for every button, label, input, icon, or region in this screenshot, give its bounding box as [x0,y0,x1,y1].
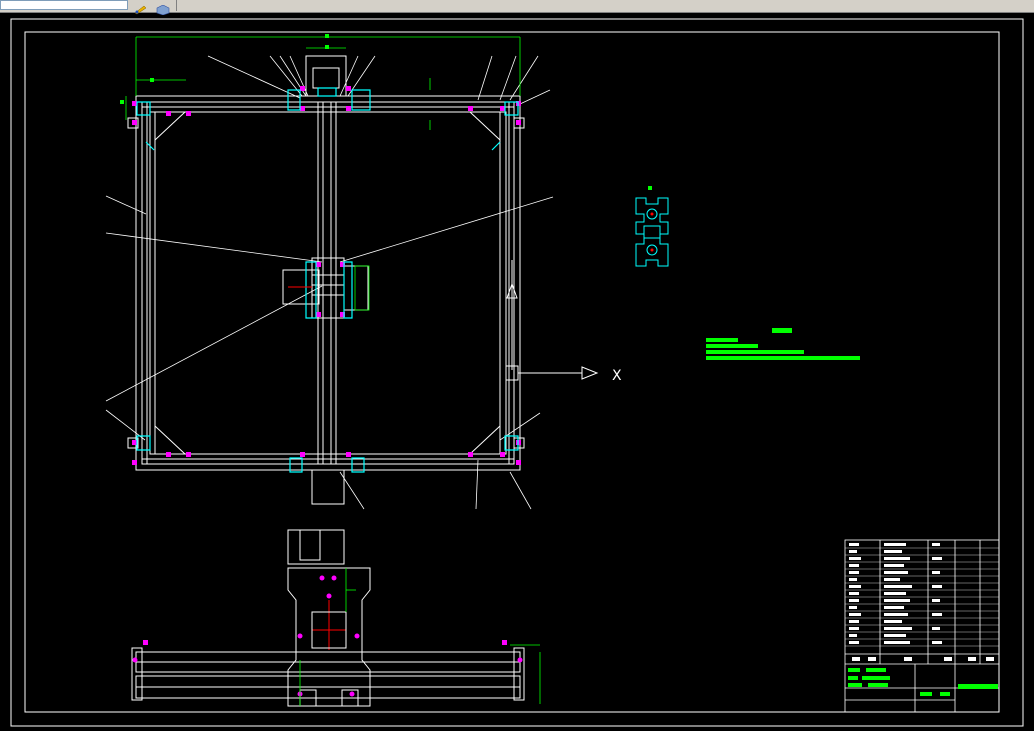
drawing-frame [24,31,1000,713]
front-motor-coupling [299,529,321,561]
cube-tool-button[interactable] [154,0,172,16]
x-axis-arrow [581,366,599,380]
brace-bottom-left [154,425,186,455]
bolt-markers [132,86,521,645]
brace-bottom-right [469,425,501,455]
bracket-parts [136,87,519,473]
carriage-side-plate [343,265,369,311]
technical-requirements-text [706,328,860,360]
leader-lines [105,55,554,510]
address-input[interactable] [0,0,128,10]
dimension-lines [125,36,541,704]
frame-outer-rail [135,95,521,471]
front-view-dimensions [299,568,356,706]
title-block-rows [845,547,999,647]
x-axis-label: X [612,368,622,384]
outer-sheet-border [10,18,1024,727]
top-view-assembly [127,55,599,505]
frame-inner-rail [141,101,515,465]
brace-top-left [154,111,186,141]
center-beam [317,101,337,465]
title-block-name-fields [848,668,998,696]
front-view-bolts [132,575,523,697]
cad-drawing-canvas[interactable]: X [0,13,1034,731]
profile-center-dots [650,212,654,252]
title-block-text [849,543,994,661]
front-view-assembly [131,529,525,707]
top-motor-bracket [305,55,347,97]
front-end-cap-left [131,647,143,701]
frame-opening [149,111,507,455]
toolbar-separator [176,0,177,11]
front-end-cap-right [513,647,525,701]
brace-top-right [469,111,501,141]
bottom-motor [311,469,345,505]
application-toolbar [0,0,1034,16]
front-motor [287,529,345,565]
pencil-tool-button[interactable] [132,0,150,15]
top-motor-body [312,67,340,89]
extrusion-profile-section [635,197,669,267]
carriage-center-marker [288,286,346,650]
